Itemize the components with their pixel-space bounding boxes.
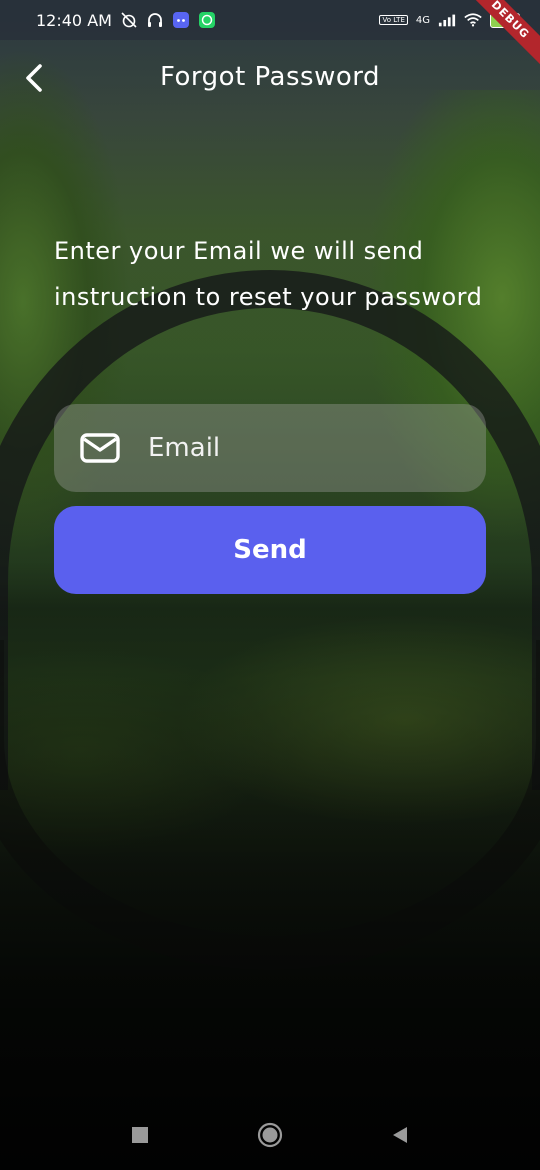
back-nav-button[interactable] (380, 1115, 420, 1155)
send-button[interactable]: Send (54, 506, 486, 594)
home-button[interactable] (250, 1115, 290, 1155)
wifi-icon (464, 11, 482, 29)
status-notification-icons (120, 11, 216, 29)
app-bar: Forgot Password (0, 40, 540, 118)
discord-icon (172, 11, 190, 29)
whatsapp-icon (198, 11, 216, 29)
page-title: Forgot Password (160, 62, 380, 92)
forgot-password-screen: 12:40 AM Vo LTE 4G 55 (0, 0, 540, 1170)
email-field[interactable] (54, 404, 486, 492)
square-icon (132, 1127, 148, 1143)
recents-button[interactable] (120, 1115, 160, 1155)
system-nav-bar (0, 1100, 540, 1170)
instruction-text: Enter your Email we will send instructio… (54, 237, 483, 311)
circle-icon (257, 1122, 283, 1148)
headphones-icon (146, 11, 164, 29)
envelope-icon (80, 433, 120, 463)
status-time: 12:40 AM (36, 10, 112, 30)
network-type: 4G (415, 14, 430, 26)
signal-icon (438, 11, 456, 29)
status-bar: 12:40 AM Vo LTE 4G 55 (0, 0, 540, 40)
volte-badge: Vo LTE (379, 15, 408, 25)
email-input[interactable] (148, 433, 448, 463)
triangle-left-icon (393, 1127, 407, 1143)
alarm-off-icon (120, 11, 138, 29)
